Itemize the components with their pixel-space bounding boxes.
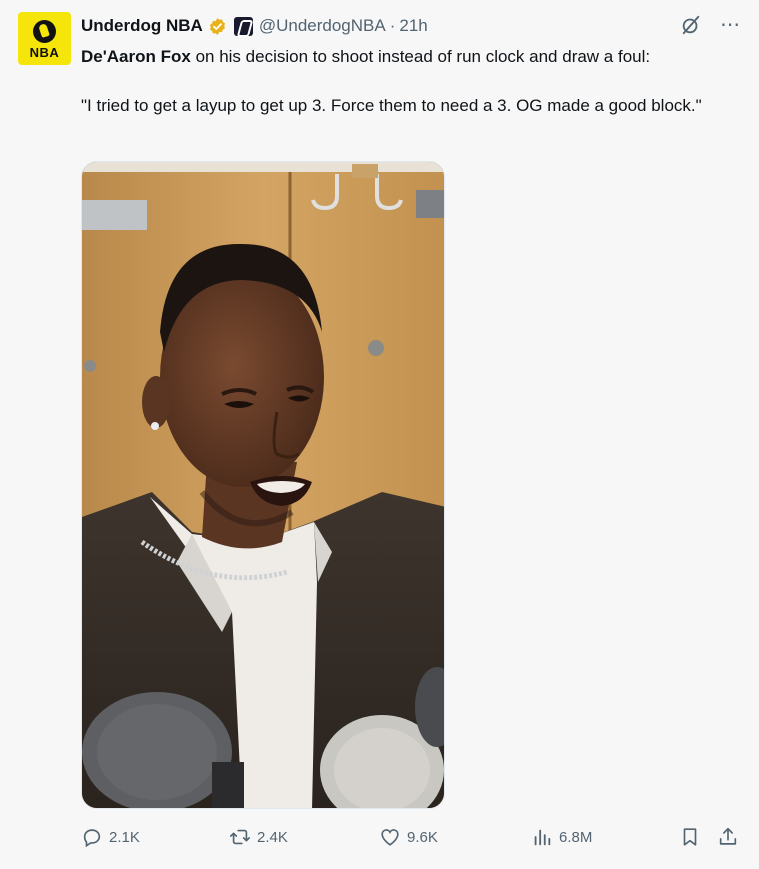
tweet[interactable]: NBA Underdog NBA @UnderdogNBA · 21h ⋯ De… bbox=[0, 0, 759, 869]
account-name[interactable]: Underdog NBA bbox=[81, 16, 203, 36]
top-actions: ⋯ bbox=[680, 14, 741, 36]
affiliate-badge-icon[interactable] bbox=[233, 16, 253, 36]
views-button[interactable]: 6.8M bbox=[531, 826, 592, 848]
views-icon bbox=[534, 829, 551, 846]
reply-button[interactable]: 2.1K bbox=[81, 826, 140, 848]
tweet-header: Underdog NBA @UnderdogNBA · 21h bbox=[81, 14, 428, 38]
separator: · bbox=[389, 16, 396, 35]
share-button[interactable] bbox=[717, 826, 739, 848]
mention-name[interactable]: De'Aaron Fox bbox=[81, 47, 191, 66]
retweet-button[interactable]: 2.4K bbox=[229, 826, 288, 848]
reply-icon bbox=[83, 829, 101, 848]
avatar-label: NBA bbox=[29, 45, 60, 60]
like-button[interactable]: 9.6K bbox=[379, 826, 438, 848]
tweet-line-1: De'Aaron Fox on his decision to shoot in… bbox=[81, 44, 741, 69]
like-count: 9.6K bbox=[407, 828, 438, 846]
photo-illustration bbox=[82, 162, 444, 808]
views-count: 6.8M bbox=[559, 828, 593, 846]
timestamp[interactable]: 21h bbox=[399, 16, 427, 36]
tweet-media-image[interactable] bbox=[81, 161, 445, 809]
grok-icon[interactable] bbox=[680, 14, 702, 36]
avatar[interactable]: NBA bbox=[18, 12, 71, 65]
action-bar: 2.1K 2.4K 9.6K 6.8M bbox=[81, 826, 741, 852]
verified-badge-icon[interactable] bbox=[208, 17, 227, 36]
reply-count: 2.1K bbox=[109, 828, 140, 846]
tweet-text: De'Aaron Fox on his decision to shoot in… bbox=[81, 44, 741, 118]
account-handle[interactable]: @UnderdogNBA bbox=[259, 16, 386, 36]
bookmark-icon bbox=[683, 828, 697, 846]
tweet-line-1-rest: on his decision to shoot instead of run … bbox=[190, 47, 651, 66]
underdog-logo-icon bbox=[33, 20, 56, 43]
tweet-quote: "I tried to get a layup to get up 3. For… bbox=[81, 96, 702, 115]
retweet-icon bbox=[230, 829, 250, 845]
share-icon bbox=[719, 827, 737, 845]
heart-icon bbox=[381, 829, 399, 846]
more-icon[interactable]: ⋯ bbox=[720, 15, 741, 35]
retweet-count: 2.4K bbox=[257, 828, 288, 846]
bookmark-button[interactable] bbox=[679, 826, 701, 848]
